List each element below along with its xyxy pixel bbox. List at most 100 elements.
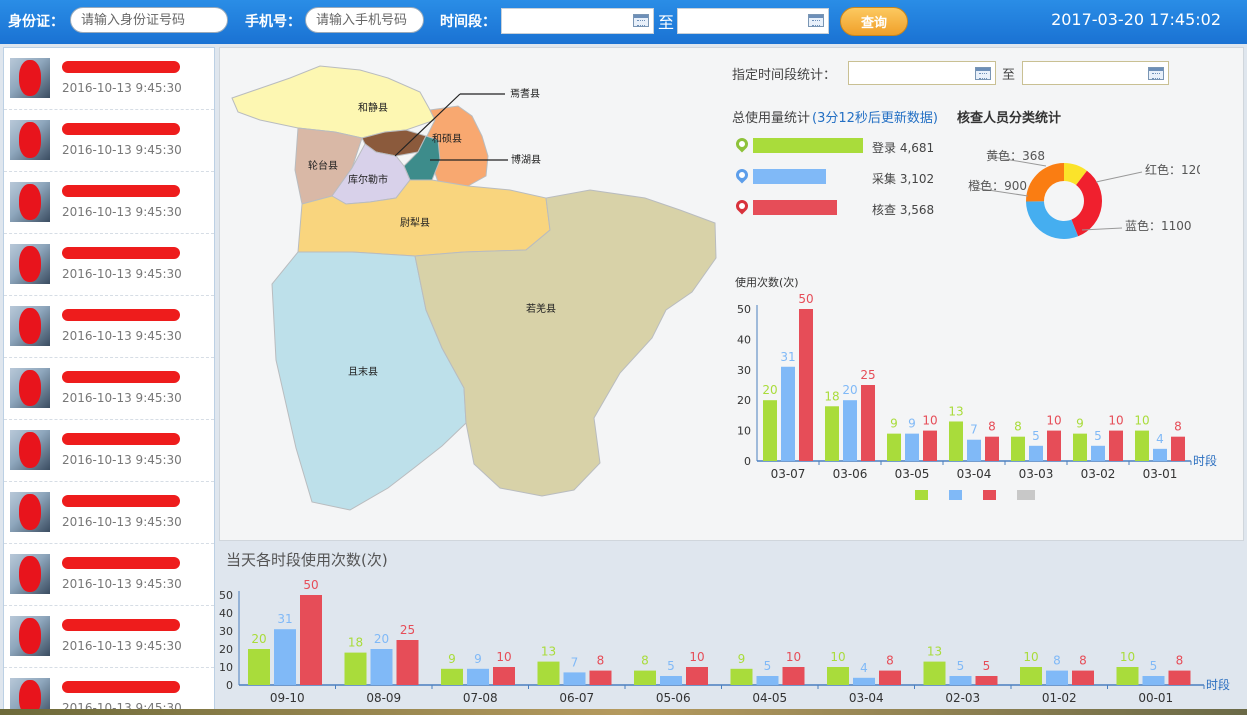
bottom-strip xyxy=(0,709,1247,715)
period-label: 时间段： xyxy=(440,14,496,30)
bar-value-label: 5 xyxy=(1094,429,1102,443)
bar xyxy=(537,661,560,685)
record-item[interactable]: 2016-10-13 9:45:30 xyxy=(4,668,214,710)
x-tick-label: 03-04 xyxy=(957,467,992,481)
bar xyxy=(1171,436,1185,461)
record-time: 2016-10-13 9:45:30 xyxy=(62,577,182,591)
bar xyxy=(1046,670,1068,685)
y-tick-label: 50 xyxy=(737,303,751,316)
bar-value-label: 8 xyxy=(988,420,996,434)
map-label-korla: 库尔勒市 xyxy=(348,173,388,186)
stat-end-date-field[interactable] xyxy=(1022,61,1169,85)
x-tick-label: 05-06 xyxy=(656,691,691,705)
y-tick-label: 40 xyxy=(737,333,751,346)
record-item[interactable]: 2016-10-13 9:45:30 xyxy=(4,110,214,172)
record-time: 2016-10-13 9:45:30 xyxy=(62,81,182,95)
calendar-icon[interactable] xyxy=(808,14,824,27)
location-pin-icon xyxy=(733,197,751,215)
legend-swatch[interactable] xyxy=(983,490,996,500)
avatar xyxy=(10,492,50,532)
record-item[interactable]: 2016-10-13 9:45:30 xyxy=(4,420,214,482)
bar xyxy=(827,667,849,685)
legend-swatch[interactable] xyxy=(949,490,962,500)
bar-value-label: 10 xyxy=(922,414,937,428)
category-title: 核查人员分类统计 xyxy=(957,111,1062,126)
bar xyxy=(975,676,998,685)
record-time: 2016-10-13 9:45:30 xyxy=(62,267,182,281)
bar xyxy=(782,667,805,685)
bar xyxy=(1073,433,1087,461)
avatar xyxy=(10,120,50,160)
redacted-name xyxy=(62,495,180,507)
bar-value-label: 9 xyxy=(474,652,482,666)
x-tick-label: 03-07 xyxy=(771,467,806,481)
redacted-name xyxy=(62,433,180,445)
record-time: 2016-10-13 9:45:30 xyxy=(62,205,182,219)
record-time: 2016-10-13 9:45:30 xyxy=(62,143,182,157)
stat-start-date-field[interactable] xyxy=(848,61,996,85)
calendar-icon[interactable] xyxy=(633,14,649,27)
donut-label: 蓝色：1100 xyxy=(1125,219,1192,233)
calendar-icon[interactable] xyxy=(975,67,991,80)
map-label-luntai: 轮台县 xyxy=(308,159,338,172)
bar-value-label: 13 xyxy=(927,645,942,659)
legend-swatch[interactable] xyxy=(1017,490,1035,500)
main-panel: 和静县 和硕县 焉耆县 博湖县 轮台县 库尔勒市 尉犁县 且末县 若羌县 指定时… xyxy=(219,47,1244,541)
record-item[interactable]: 2016-10-13 9:45:30 xyxy=(4,606,214,668)
bar xyxy=(825,406,839,461)
x-tick-label: 03-04 xyxy=(849,691,884,705)
bar-value-label: 8 xyxy=(1053,654,1061,668)
record-item[interactable]: 2016-10-13 9:45:30 xyxy=(4,358,214,420)
legend-swatch[interactable] xyxy=(915,490,928,500)
record-item[interactable]: 2016-10-13 9:45:30 xyxy=(4,48,214,110)
hourly-bar-chart: 0 10 20 30 40 50 09-10 20 31 50 08-09 18 20 25 07-08 9 9… xyxy=(219,578,1230,705)
bar xyxy=(589,670,612,685)
county-hejing[interactable] xyxy=(231,65,436,139)
bar xyxy=(967,439,981,461)
bar xyxy=(493,667,515,685)
record-time: 2016-10-13 9:45:30 xyxy=(62,639,182,653)
y-tick-label: 40 xyxy=(219,607,233,620)
record-list[interactable]: 2016-10-13 9:45:30 2016-10-13 9:45:30 2016… xyxy=(3,47,215,711)
y-tick-label: 30 xyxy=(219,625,233,638)
avatar xyxy=(10,58,50,98)
x-tick-label: 03-02 xyxy=(1081,467,1116,481)
start-date-field[interactable] xyxy=(501,8,654,34)
bar xyxy=(887,433,901,461)
bar-value-label: 9 xyxy=(448,652,456,666)
bar-value-label: 18 xyxy=(824,389,839,403)
bar-value-label: 31 xyxy=(277,612,292,626)
record-item[interactable]: 2016-10-13 9:45:30 xyxy=(4,296,214,358)
bar xyxy=(300,595,322,685)
bar-value-label: 5 xyxy=(957,659,965,673)
y-tick-label: 0 xyxy=(226,679,233,692)
phone-input[interactable] xyxy=(305,7,424,33)
calendar-icon[interactable] xyxy=(1148,67,1164,80)
bar-value-label: 10 xyxy=(1023,650,1038,664)
record-item[interactable]: 2016-10-13 9:45:30 xyxy=(4,544,214,606)
y-tick-label: 20 xyxy=(219,643,233,656)
usage-bar xyxy=(753,169,826,184)
bar xyxy=(799,309,813,461)
record-item[interactable]: 2016-10-13 9:45:30 xyxy=(4,172,214,234)
x-tick-label: 03-05 xyxy=(895,467,930,481)
stat-to-label: 至 xyxy=(1002,68,1016,83)
record-item[interactable]: 2016-10-13 9:45:30 xyxy=(4,482,214,544)
x-tick-label: 09-10 xyxy=(270,691,305,705)
hourly-chart-title: 当天各时段使用次数(次) xyxy=(226,551,388,569)
record-time: 2016-10-13 9:45:30 xyxy=(62,453,182,467)
id-number-input[interactable] xyxy=(70,7,228,33)
end-date-field[interactable] xyxy=(677,8,829,34)
avatar xyxy=(10,554,50,594)
y-tick-label: 20 xyxy=(737,394,751,407)
location-pin-icon xyxy=(733,166,751,184)
bar xyxy=(1047,430,1061,461)
bar xyxy=(1168,670,1191,685)
query-button[interactable]: 查询 xyxy=(840,7,908,36)
redacted-name xyxy=(62,185,180,197)
record-item[interactable]: 2016-10-13 9:45:30 xyxy=(4,234,214,296)
donut-label: 橙色：900 xyxy=(968,178,1027,193)
bar xyxy=(861,385,875,461)
bar xyxy=(923,430,937,461)
donut-slice xyxy=(1026,201,1079,239)
